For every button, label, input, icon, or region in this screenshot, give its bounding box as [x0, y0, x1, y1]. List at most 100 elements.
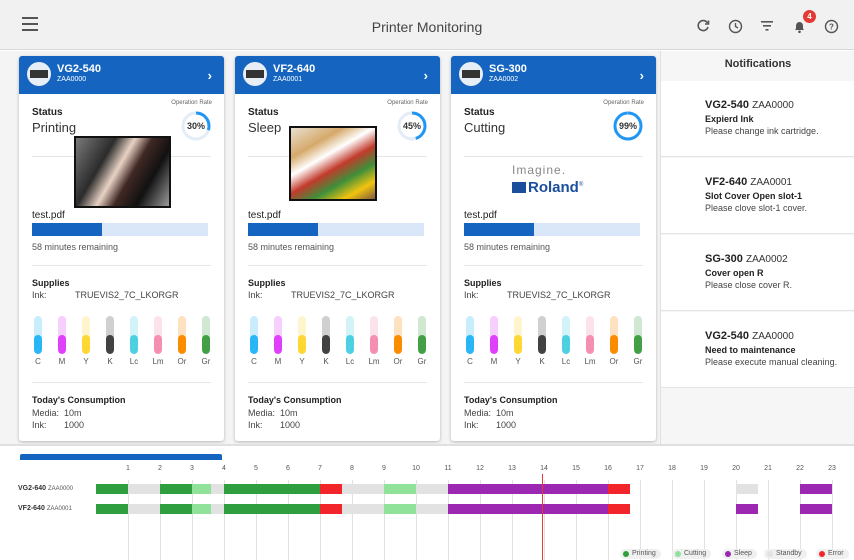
- timeline-tab[interactable]: [20, 454, 222, 460]
- ink-level-7: Gr: [415, 316, 429, 366]
- timeline-segment-standby[interactable]: [416, 484, 448, 494]
- sample-print-photo-2: [289, 126, 377, 201]
- notification-title: Cover open R: [705, 268, 764, 278]
- notification-serial: ZAA0002: [745, 254, 788, 265]
- timeline-hour-label: 8: [350, 465, 354, 472]
- timeline-segment-standby[interactable]: [128, 484, 160, 494]
- timeline-hour-label: 18: [668, 465, 676, 472]
- printer-name: SG-300: [489, 63, 527, 75]
- status-value: Printing: [32, 120, 77, 135]
- timeline-segment-sleep[interactable]: [800, 484, 832, 494]
- timeline-segment-cutting[interactable]: [192, 504, 212, 514]
- timeline-segment-standby[interactable]: [736, 484, 759, 494]
- top-bar: Printer Monitoring 4 ?: [0, 0, 854, 50]
- timeline-segment-cutting[interactable]: [384, 484, 416, 494]
- help-icon[interactable]: ?: [822, 17, 840, 35]
- ink-level-3: K: [103, 316, 117, 366]
- legend-dot-icon: [623, 551, 629, 557]
- ink-level-2: Y: [79, 316, 93, 366]
- ink-level-0: C: [31, 316, 45, 366]
- status-label: Status: [464, 107, 495, 118]
- ink-level-4: Lc: [559, 316, 573, 366]
- timeline-segment-standby[interactable]: [342, 484, 384, 494]
- status-value: Cutting: [464, 120, 506, 135]
- ink-level-5: Lm: [583, 316, 597, 366]
- job-progress-bar: [464, 223, 640, 236]
- supplies-label: Supplies: [248, 278, 286, 288]
- timeline-segment-cutting[interactable]: [384, 504, 416, 514]
- ink-level-3: K: [535, 316, 549, 366]
- operation-rate-value: 30%: [186, 121, 205, 131]
- ink-level-1: M: [487, 316, 501, 366]
- timeline-grid-line: [768, 480, 769, 560]
- notification-printer: VG2-540: [705, 330, 750, 342]
- chevron-right-icon[interactable]: ›: [640, 68, 644, 83]
- timeline-segment-error[interactable]: [608, 484, 631, 494]
- printer-card[interactable]: VG2-540 ZAA0000 › Status Printing Operat…: [19, 56, 224, 441]
- notification-item[interactable]: VG2-540 ZAA0000 Expierd Ink Please chang…: [661, 81, 854, 157]
- timeline-segment-cutting[interactable]: [192, 484, 212, 494]
- notification-printer: VF2-640: [705, 176, 748, 188]
- operation-rate-gauge: 30%: [180, 110, 212, 142]
- printer-icon: [459, 62, 483, 86]
- notification-message: Please change ink cartridge.: [705, 126, 819, 136]
- refresh-icon[interactable]: [694, 17, 712, 35]
- card-header[interactable]: VG2-540 ZAA0000 ›: [19, 56, 224, 94]
- roland-logo: Imagine. Roland®: [512, 163, 584, 196]
- timeline-segment-printing[interactable]: [160, 484, 192, 494]
- ink-label: Ink:: [248, 290, 263, 300]
- timeline-segment-sleep[interactable]: [448, 504, 608, 514]
- timeline-segment-printing[interactable]: [160, 504, 192, 514]
- timeline-current-time-line: [542, 474, 544, 560]
- legend-item-printing: Printing: [620, 549, 661, 559]
- chevron-right-icon[interactable]: ›: [208, 68, 212, 83]
- notification-item[interactable]: VG2-540 ZAA0000 Need to maintenance Plea…: [661, 312, 854, 388]
- ink-type-name: TRUEVIS2_7C_LKORGR: [291, 290, 395, 300]
- status-label: Status: [32, 107, 63, 118]
- timeline-segment-standby[interactable]: [128, 504, 160, 514]
- ink-level-3: K: [319, 316, 333, 366]
- chevron-right-icon[interactable]: ›: [424, 68, 428, 83]
- timeline-segment-sleep[interactable]: [800, 504, 832, 514]
- job-progress-bar: [32, 223, 208, 236]
- timeline-segment-sleep[interactable]: [448, 484, 608, 494]
- timeline-segment-error[interactable]: [320, 484, 343, 494]
- timeline-segment-sleep[interactable]: [736, 504, 759, 514]
- timeline-segment-printing[interactable]: [96, 504, 128, 514]
- timeline-row-label: VG2-640 ZAA0000: [18, 485, 74, 492]
- card-header[interactable]: VF2-640 ZAA0001 ›: [235, 56, 440, 94]
- filter-icon[interactable]: [758, 17, 776, 35]
- notification-message: Please clove slot-1 cover.: [705, 203, 808, 213]
- operation-rate-label: Operation Rate: [171, 100, 212, 106]
- timeline-segment-error[interactable]: [608, 504, 631, 514]
- legend-dot-icon: [767, 551, 773, 557]
- timeline-segment-printing[interactable]: [96, 484, 128, 494]
- notification-item[interactable]: SG-300 ZAA0002 Cover open R Please close…: [661, 235, 854, 311]
- timeline-segment-error[interactable]: [320, 504, 343, 514]
- printer-card[interactable]: VF2-640 ZAA0001 › Status Sleep Operation…: [235, 56, 440, 441]
- ink-level-6: Or: [607, 316, 621, 366]
- timeline-segment-standby[interactable]: [211, 484, 224, 494]
- job-progress-bar: [248, 223, 424, 236]
- timeline-segment-printing[interactable]: [224, 484, 320, 494]
- printer-card[interactable]: SG-300 ZAA0002 › Status Cutting Operatio…: [451, 56, 656, 441]
- timeline-segment-printing[interactable]: [224, 504, 320, 514]
- consumption-label: Today's Consumption: [32, 395, 126, 405]
- divider: [32, 265, 211, 266]
- timeline-segment-standby[interactable]: [416, 504, 448, 514]
- notifications-bell-icon[interactable]: 4: [790, 10, 816, 35]
- ink-consumption: Ink: 1000: [464, 420, 517, 430]
- time-remaining: 58 minutes remaining: [248, 242, 335, 252]
- ink-levels: C M Y K Lc Lm Or Gr: [247, 316, 429, 368]
- time-remaining: 58 minutes remaining: [32, 242, 119, 252]
- notification-item[interactable]: VF2-640 ZAA0001 Slot Cover Open slot-1 P…: [661, 158, 854, 234]
- ink-label: Ink:: [32, 290, 47, 300]
- card-header[interactable]: SG-300 ZAA0002 ›: [451, 56, 656, 94]
- timeline-segment-standby[interactable]: [211, 504, 224, 514]
- timeline-grid-line: [832, 480, 833, 560]
- ink-type-name: TRUEVIS2_7C_LKORGR: [507, 290, 611, 300]
- history-clock-icon[interactable]: [726, 17, 744, 35]
- printer-name: VG2-540: [57, 63, 102, 75]
- status-value: Sleep: [248, 120, 282, 135]
- timeline-segment-standby[interactable]: [342, 504, 384, 514]
